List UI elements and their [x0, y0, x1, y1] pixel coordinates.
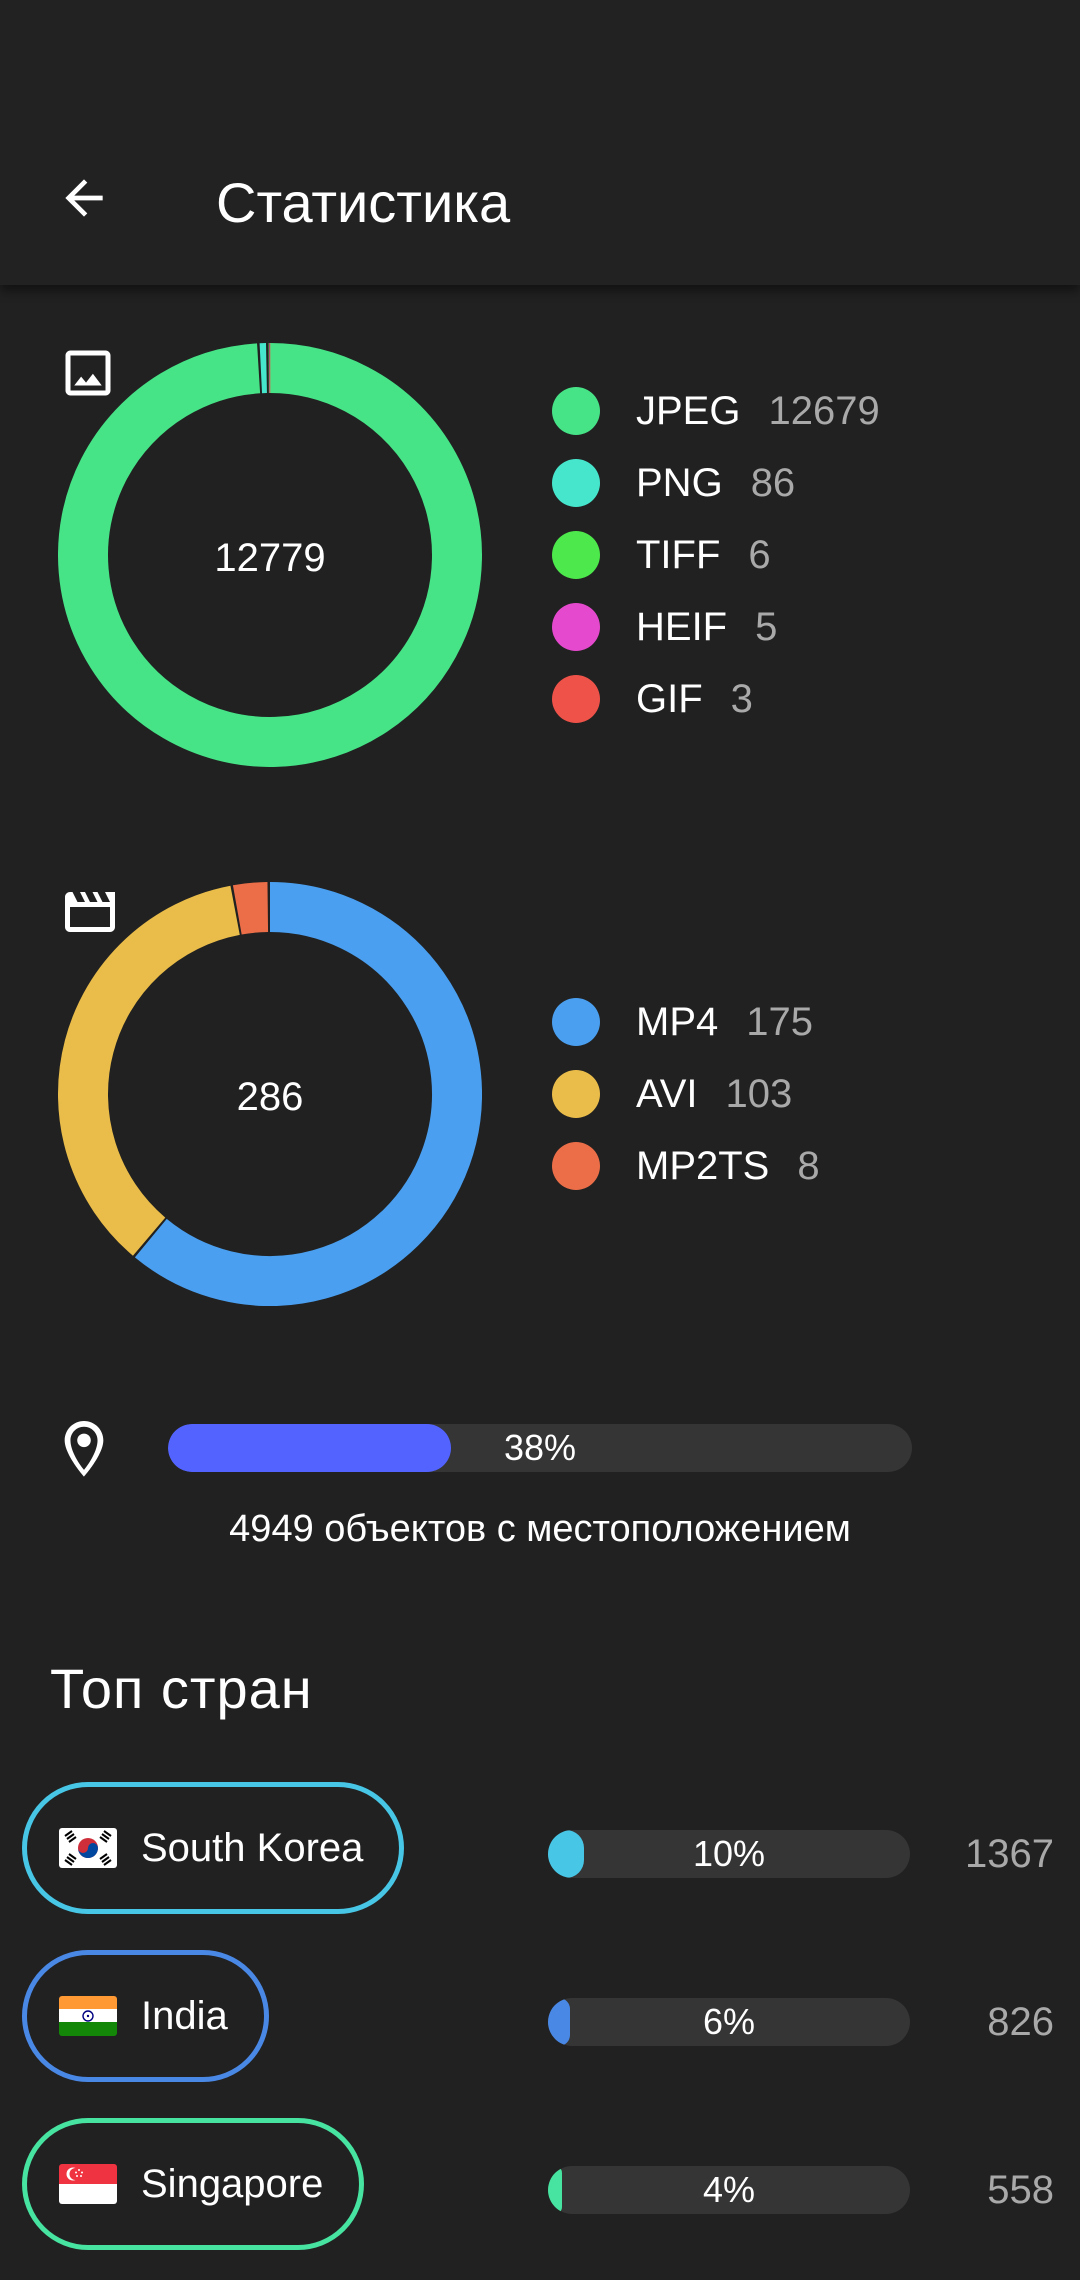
country-percent: 6%	[702, 2001, 756, 2042]
country-count: 1367	[965, 1832, 1054, 1876]
legend-label: MP2TS	[636, 1143, 770, 1188]
legend-dot	[552, 1070, 600, 1118]
country-count: 826	[987, 2000, 1054, 2044]
images-legend: JPEG 12679 PNG 86 TIFF 6 HEIF 5 GIF 3	[552, 375, 880, 735]
legend-dot	[552, 603, 600, 651]
legend-item-jpeg: JPEG 12679	[552, 375, 880, 447]
section-title-top-countries: Топ стран	[50, 1657, 313, 1720]
images-donut-center: 12779	[58, 343, 482, 767]
legend-item-avi: AVI 103	[552, 1058, 820, 1130]
location-progress-bar: 38%	[168, 1424, 912, 1472]
videos-donut-center: 286	[58, 882, 482, 1306]
legend-dot	[552, 387, 600, 435]
images-total: 12779	[214, 536, 326, 580]
videos-total: 286	[236, 1075, 304, 1119]
legend-count: 8	[797, 1143, 820, 1188]
country-count: 558	[987, 2168, 1054, 2212]
country-chip-singapore[interactable]: Singapore	[22, 2118, 365, 2250]
country-chip-india[interactable]: India	[22, 1950, 269, 2082]
country-chip-south-korea[interactable]: South Korea	[22, 1782, 405, 1914]
legend-dot	[552, 459, 600, 507]
legend-label: HEIF	[636, 604, 728, 649]
legend-count: 103	[725, 1071, 793, 1116]
images-donut-chart: 12779	[58, 343, 482, 767]
country-progress-bar: 4%	[548, 2166, 910, 2214]
country-name: South Korea	[141, 1825, 364, 1870]
legend-label: GIF	[636, 676, 703, 721]
india-flag-icon	[59, 1996, 117, 2036]
page-title: Статистика	[216, 171, 511, 234]
legend-dot	[552, 1142, 600, 1190]
legend-item-tiff: TIFF 6	[552, 519, 880, 591]
legend-item-png: PNG 86	[552, 447, 880, 519]
country-progress-bar: 6%	[548, 1998, 910, 2046]
back-button[interactable]	[44, 160, 124, 240]
legend-label: JPEG	[636, 388, 741, 433]
location-caption: 4949 объектов с местоположением	[229, 1508, 851, 1550]
legend-dot	[552, 531, 600, 579]
country-percent: 4%	[702, 2169, 756, 2210]
legend-count: 5	[755, 604, 778, 649]
location-pin-icon	[52, 1414, 116, 1486]
legend-dot	[552, 675, 600, 723]
legend-item-mp2ts: MP2TS 8	[552, 1130, 820, 1202]
legend-label: MP4	[636, 999, 719, 1044]
legend-label: TIFF	[636, 532, 721, 577]
legend-label: PNG	[636, 460, 723, 505]
legend-count: 12679	[768, 388, 880, 433]
legend-count: 3	[730, 676, 753, 721]
app-bar: Статистика	[0, 0, 1080, 285]
legend-item-gif: GIF 3	[552, 663, 880, 735]
country-name: India	[141, 1993, 228, 2038]
legend-label: AVI	[636, 1071, 698, 1116]
legend-item-mp4: MP4 175	[552, 986, 820, 1058]
location-percent: 38%	[503, 1427, 577, 1468]
legend-count: 6	[748, 532, 771, 577]
legend-count: 175	[746, 999, 813, 1044]
videos-donut-chart: 286	[58, 882, 482, 1306]
country-percent: 10%	[692, 1833, 766, 1874]
country-progress-bar: 10%	[548, 1830, 910, 1878]
legend-item-heif: HEIF 5	[552, 591, 880, 663]
south-korea-flag-icon	[59, 1828, 117, 1868]
legend-count: 86	[750, 460, 796, 505]
videos-legend: MP4 175 AVI 103 MP2TS 8	[552, 986, 820, 1202]
arrow-back-icon	[56, 170, 112, 231]
singapore-flag-icon	[59, 2164, 117, 2204]
country-name: Singapore	[141, 2161, 324, 2206]
legend-dot	[552, 998, 600, 1046]
